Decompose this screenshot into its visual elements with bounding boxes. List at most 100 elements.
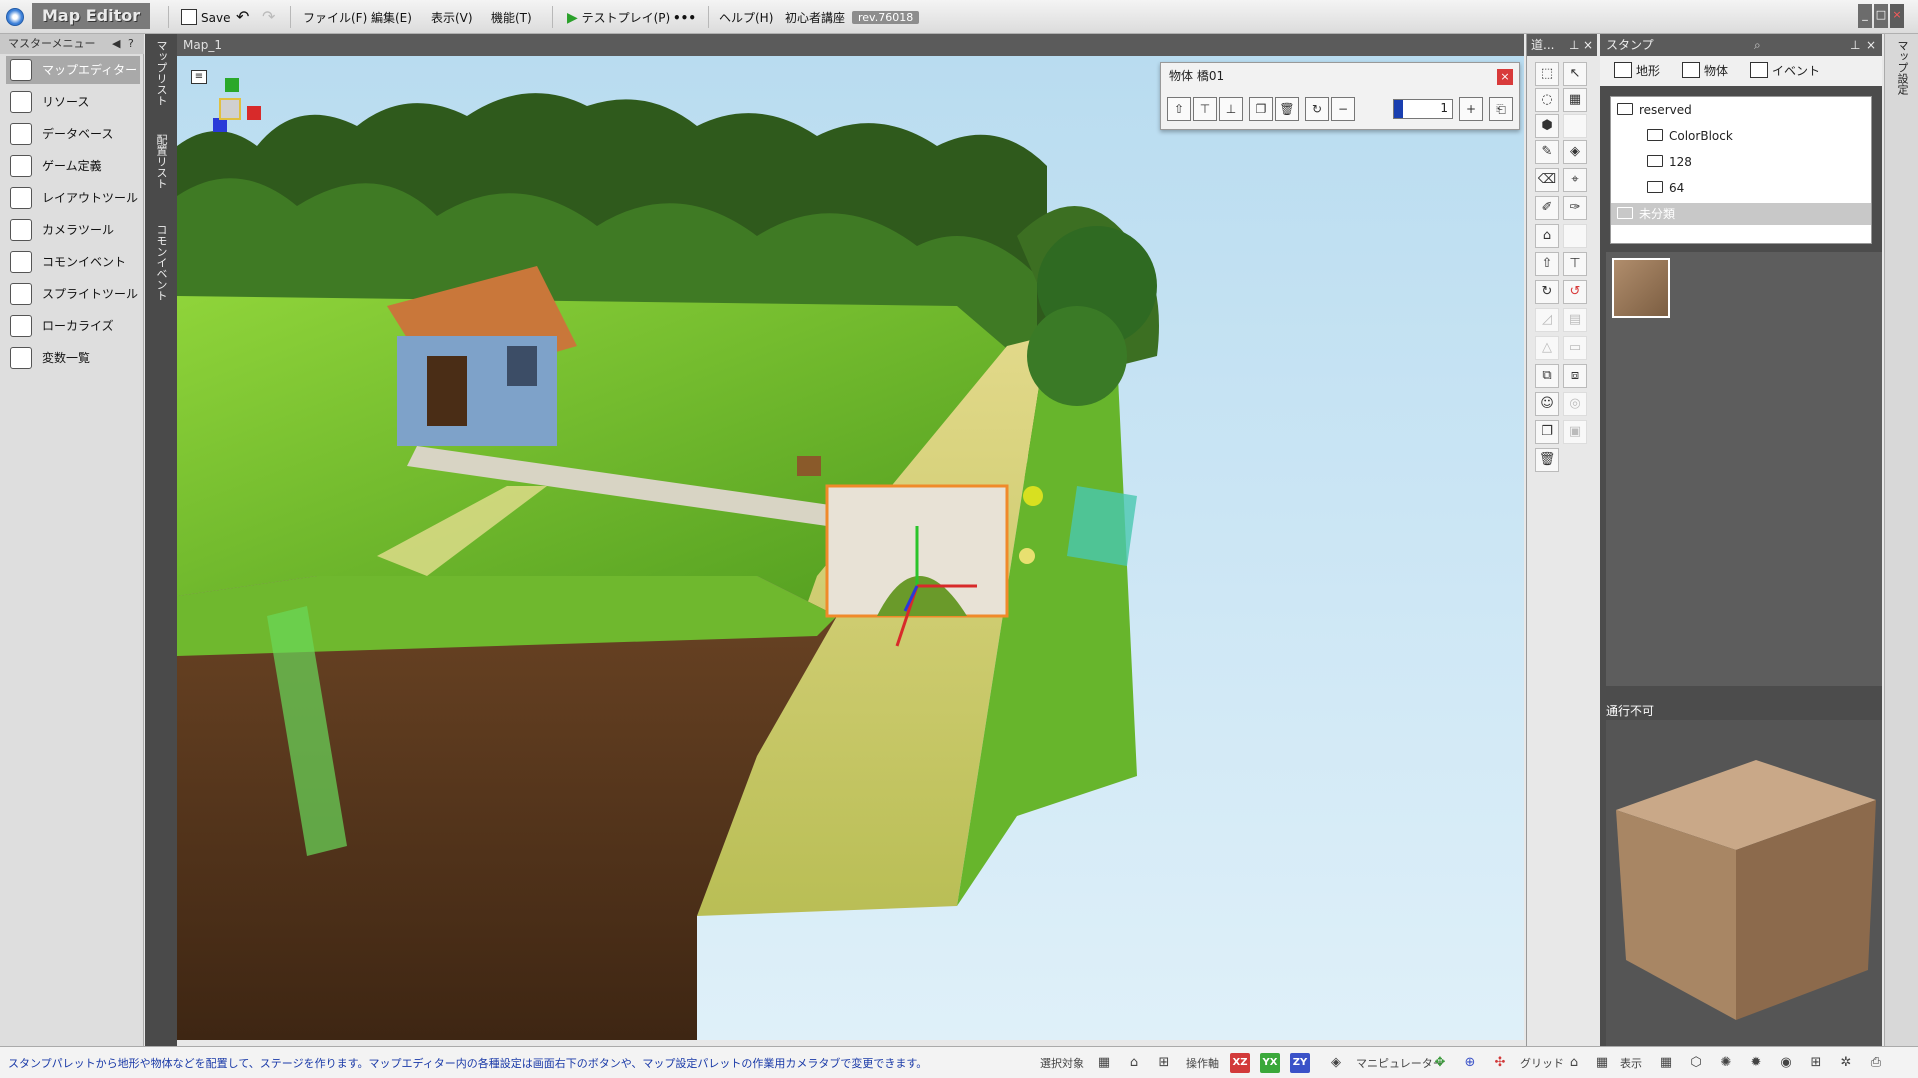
menu-item-camera-tool[interactable]: カメラツール [6, 216, 140, 244]
pin-icon[interactable]: ⊤ [1193, 97, 1217, 121]
menu-item-layout-tool[interactable]: レイアウトツール [6, 184, 140, 212]
copy-block-icon[interactable]: ⧉ [1535, 364, 1559, 388]
delete-icon[interactable]: 🗑 [1275, 97, 1299, 121]
block-icon[interactable]: ⬢ [1535, 114, 1559, 138]
trash-icon[interactable]: 🗑 [1535, 448, 1559, 472]
display-light-icon[interactable]: ✺ [1716, 1053, 1736, 1073]
tab-placement-list[interactable]: 配置リスト [153, 134, 169, 189]
tab-object[interactable]: 物体 [1682, 62, 1728, 79]
stamp-thumbnail[interactable] [1612, 258, 1670, 318]
rotate-red-icon[interactable]: ↺ [1563, 280, 1587, 304]
pin-tool-icon[interactable]: ⊤ [1563, 252, 1587, 276]
select-terrain-icon[interactable]: ▦ [1094, 1053, 1114, 1073]
tab-map-settings[interactable]: マップ設定 [1894, 40, 1910, 95]
tree-item-uncategorized[interactable]: 未分類 [1611, 203, 1871, 225]
help-icon[interactable]: ? [128, 34, 134, 54]
display-camera-icon[interactable]: ⎙ [1866, 1053, 1886, 1073]
duplicate-icon[interactable]: ❐ [1535, 420, 1559, 444]
brush-alt-icon[interactable]: ✑ [1563, 196, 1587, 220]
plus-icon[interactable]: + [1459, 97, 1483, 121]
search-icon[interactable]: ⌕ [1754, 34, 1761, 56]
grid-toggle-icon[interactable]: ⌂ [1564, 1053, 1584, 1073]
menu-item-common-event[interactable]: コモンイベント [6, 248, 140, 276]
more-button[interactable]: ••• [668, 6, 701, 28]
menu-item-variables[interactable]: 変数一覧 [6, 344, 140, 372]
fill-icon[interactable]: ◈ [1563, 140, 1587, 164]
select-object-icon[interactable]: ⌂ [1124, 1053, 1144, 1073]
axis-zy-button[interactable]: ZY [1290, 1053, 1310, 1073]
menu-view[interactable]: 表示(V) [426, 6, 478, 28]
character-icon[interactable]: ☺ [1535, 392, 1559, 416]
menu-item-database[interactable]: データベース [6, 120, 140, 148]
grid-select-icon[interactable]: ▦ [1563, 88, 1587, 112]
eraser-icon[interactable]: ⌫ [1535, 168, 1559, 192]
display-lock-icon[interactable]: ⊞ [1806, 1053, 1826, 1073]
export-icon[interactable]: ⎗ [1489, 97, 1513, 121]
tab-terrain[interactable]: 地形 [1614, 62, 1660, 79]
menu-item-game-definition[interactable]: ゲーム定義 [6, 152, 140, 180]
menu-item-map-editor[interactable]: マップエディター [6, 56, 140, 84]
eyedropper-icon[interactable]: ⌖ [1563, 168, 1587, 192]
ground-icon[interactable]: ⊥ [1219, 97, 1243, 121]
axis-yx-button[interactable]: YX [1260, 1053, 1280, 1073]
collapse-icon[interactable]: ◀ [112, 34, 120, 54]
object-panel-close-button[interactable]: × [1497, 69, 1513, 85]
testplay-button[interactable]: ▶ テストプレイ(P) [562, 6, 675, 28]
house-icon[interactable]: ⌂ [1535, 224, 1559, 248]
select-event-icon[interactable]: ⊞ [1154, 1053, 1174, 1073]
axis-x-icon[interactable] [247, 106, 261, 120]
axis-y-icon[interactable] [225, 78, 239, 92]
scale-slider[interactable]: 1 [1393, 99, 1453, 119]
rotate-tool-icon[interactable]: ↻ [1535, 280, 1559, 304]
pin-icon[interactable]: ⊥ [1569, 34, 1579, 56]
scale-gizmo-icon[interactable]: ✣ [1490, 1053, 1510, 1073]
menu-edit[interactable]: 編集(E) [366, 6, 417, 28]
display-collision-icon[interactable]: ⬡ [1686, 1053, 1706, 1073]
display-grid-icon[interactable]: ▦ [1656, 1053, 1676, 1073]
save-button[interactable]: Save [176, 6, 235, 28]
tree-item-reserved[interactable]: reserved [1617, 99, 1867, 121]
display-sphere-icon[interactable]: ◉ [1776, 1053, 1796, 1073]
tab-event[interactable]: イベント [1750, 62, 1820, 79]
pencil-icon[interactable]: ✎ [1535, 140, 1559, 164]
tree-item-colorblock[interactable]: ColorBlock [1647, 125, 1867, 147]
axis-z-icon[interactable] [213, 118, 227, 132]
tree-item-128[interactable]: 128 [1647, 151, 1867, 173]
copy-icon[interactable]: ❐ [1249, 97, 1273, 121]
paste-block-icon[interactable]: ⧈ [1563, 364, 1587, 388]
undo-icon[interactable]: ↶ [236, 6, 249, 28]
raise-tool-icon[interactable]: ⇧ [1535, 252, 1559, 276]
raise-icon[interactable]: ⇧ [1167, 97, 1191, 121]
map-viewport[interactable]: ≡ [177, 56, 1524, 1040]
rotate-icon[interactable]: ↻ [1305, 97, 1329, 121]
move-gizmo-icon[interactable]: ✥ [1430, 1053, 1450, 1073]
menu-item-sprite-tool[interactable]: スプライトツール [6, 280, 140, 308]
tutorial-button[interactable]: 初心者講座 [780, 6, 850, 28]
tree-item-64[interactable]: 64 [1647, 177, 1867, 199]
close-window-button[interactable]: × [1890, 4, 1904, 28]
viewport-tab[interactable]: Map_1 [177, 34, 1524, 56]
brush-icon[interactable]: ✐ [1535, 196, 1559, 220]
menu-function[interactable]: 機能(T) [486, 6, 537, 28]
minimize-button[interactable]: _ [1858, 4, 1872, 28]
lasso-icon[interactable]: ◌ [1535, 88, 1559, 112]
grid-settings-icon[interactable]: ▦ [1592, 1053, 1612, 1073]
close-icon[interactable]: × [1583, 34, 1593, 56]
axis-xz-button[interactable]: XZ [1230, 1053, 1250, 1073]
menu-help[interactable]: ヘルプ(H) [714, 6, 778, 28]
maximize-button[interactable]: □ [1874, 4, 1888, 28]
pin-icon[interactable]: ⊥ [1850, 34, 1860, 56]
axis-gizmo[interactable] [205, 74, 265, 134]
menu-file[interactable]: ファイル(F) [298, 6, 372, 28]
menu-item-localize[interactable]: ローカライズ [6, 312, 140, 340]
display-effect-icon[interactable]: ✲ [1836, 1053, 1856, 1073]
display-sun-icon[interactable]: ✹ [1746, 1053, 1766, 1073]
tab-common-event[interactable]: コモンイベント [153, 224, 169, 301]
close-icon[interactable]: × [1866, 34, 1876, 56]
select-area-icon[interactable]: ⬚ [1535, 62, 1559, 86]
rotate-gizmo-icon[interactable]: ⊕ [1460, 1053, 1480, 1073]
select-pointer-icon[interactable]: ↖ [1563, 62, 1587, 86]
minus-icon[interactable]: − [1331, 97, 1355, 121]
tab-map-list[interactable]: マップリスト [153, 40, 169, 106]
redo-icon[interactable]: ↷ [262, 6, 275, 28]
